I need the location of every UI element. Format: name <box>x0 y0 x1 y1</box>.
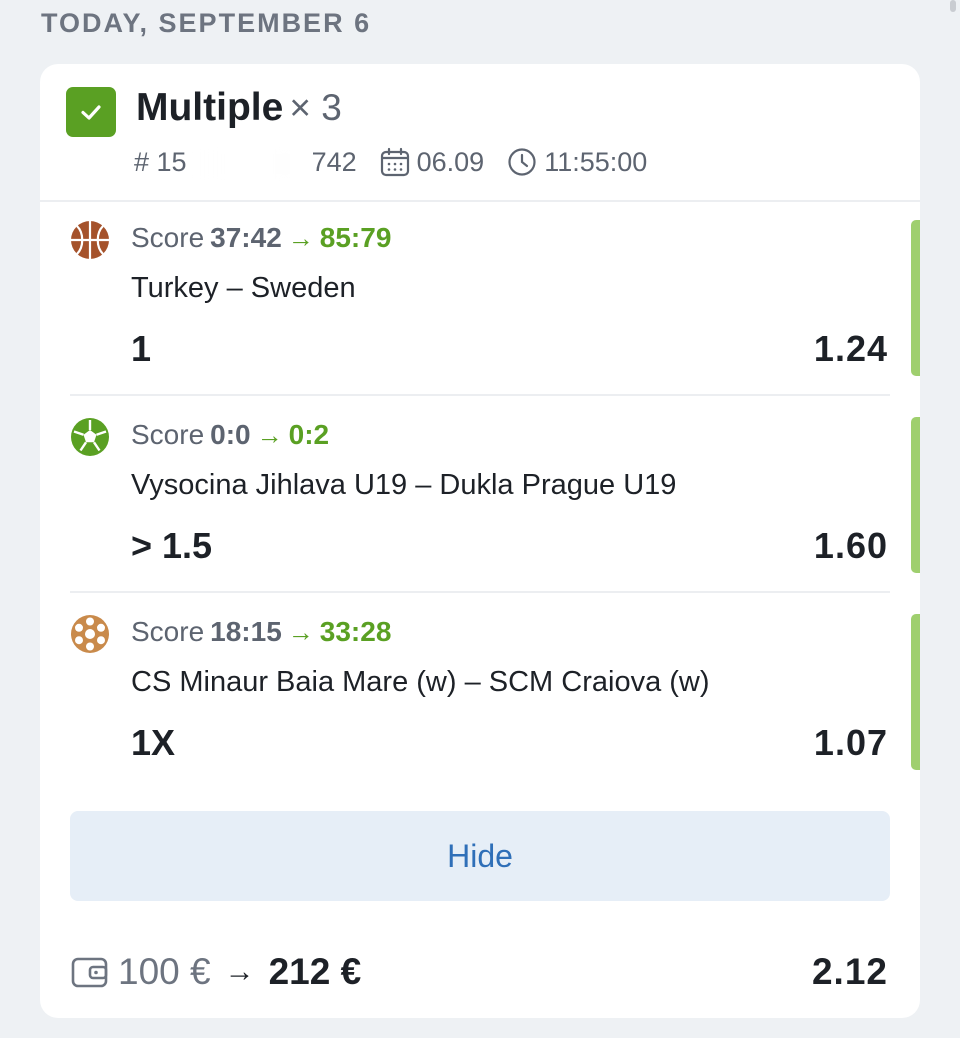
score-label: Score <box>131 616 205 647</box>
score-final: 33:28 <box>319 616 392 647</box>
score-final: 0:2 <box>288 419 330 450</box>
event-row[interactable]: Score 0:0 → 0:2 Vysocina Jihlava U19 – D… <box>40 397 920 593</box>
event-odds: 1.24 <box>813 328 888 369</box>
handball-icon <box>71 615 109 653</box>
win-check-icon <box>66 87 116 137</box>
bet-id-prefix: # 15 <box>134 146 187 177</box>
date-header: TODAY, SEPTEMBER 6 <box>41 8 372 38</box>
arrow-right-icon: → <box>287 222 314 253</box>
basketball-icon <box>71 221 109 259</box>
score-line: Score 37:42 → 85:79 <box>131 222 391 254</box>
bet-card: Multiple × 3 # 15 742 06.09 11:55:00 Score… <box>40 64 920 1018</box>
bet-title: Multiple × 3 <box>136 86 342 130</box>
stake-amount: 100 € <box>118 951 211 992</box>
score-start: 0:0 <box>210 419 251 450</box>
event-row[interactable]: Score 37:42 → 85:79 Turkey – Sweden 1 1.… <box>40 200 920 396</box>
event-odds: 1.60 <box>813 525 888 566</box>
bet-time: 11:55:00 <box>544 146 648 177</box>
clock-icon <box>508 148 536 176</box>
bet-id: # 15 742 <box>134 146 357 179</box>
bet-date: 06.09 <box>416 146 485 177</box>
bet-type: Multiple <box>136 86 284 129</box>
event-row[interactable]: Score 18:15 → 33:28 CS Minaur Baia Mare … <box>40 594 920 790</box>
win-indicator-bar <box>911 220 920 376</box>
wallet-icon <box>71 957 108 988</box>
score-label: Score <box>131 419 205 450</box>
divider <box>70 394 890 396</box>
score-line: Score 0:0 → 0:2 <box>131 419 329 451</box>
hide-button[interactable]: Hide <box>70 811 890 901</box>
redaction-blur <box>192 148 307 179</box>
win-indicator-bar <box>911 417 920 573</box>
bet-count: × 3 <box>289 87 342 128</box>
score-final: 85:79 <box>319 222 392 253</box>
arrow-right-icon: → <box>256 419 283 450</box>
event-odds: 1.07 <box>813 722 888 763</box>
score-label: Score <box>131 222 205 253</box>
divider <box>70 591 890 593</box>
event-teams: Vysocina Jihlava U19 – Dukla Prague U19 <box>131 469 677 501</box>
bet-meta: # 15 742 06.09 11:55:00 <box>134 146 648 179</box>
soccer-ball-icon <box>71 418 109 456</box>
event-teams: Turkey – Sweden <box>131 272 356 304</box>
calendar-icon <box>380 147 409 177</box>
scrollbar[interactable] <box>950 0 956 12</box>
arrow-right-icon: → <box>287 616 314 647</box>
score-start: 18:15 <box>210 616 282 647</box>
event-pick: > 1.5 <box>131 525 213 566</box>
arrow-right-icon: → <box>224 955 255 988</box>
bet-id-suffix: 742 <box>311 146 357 177</box>
score-start: 37:42 <box>210 222 282 253</box>
bet-summary: 100 € → 212 € 2.12 <box>70 947 890 997</box>
total-odds: 2.12 <box>811 951 888 992</box>
bet-header: Multiple × 3 # 15 742 06.09 11:55:00 <box>40 64 920 202</box>
event-pick: 1X <box>131 722 176 763</box>
score-line: Score 18:15 → 33:28 <box>131 616 391 648</box>
event-teams: CS Minaur Baia Mare (w) – SCM Craiova (w… <box>131 666 710 698</box>
event-pick: 1 <box>131 328 152 369</box>
win-indicator-bar <box>911 614 920 770</box>
payout-amount: 212 € <box>268 951 362 992</box>
